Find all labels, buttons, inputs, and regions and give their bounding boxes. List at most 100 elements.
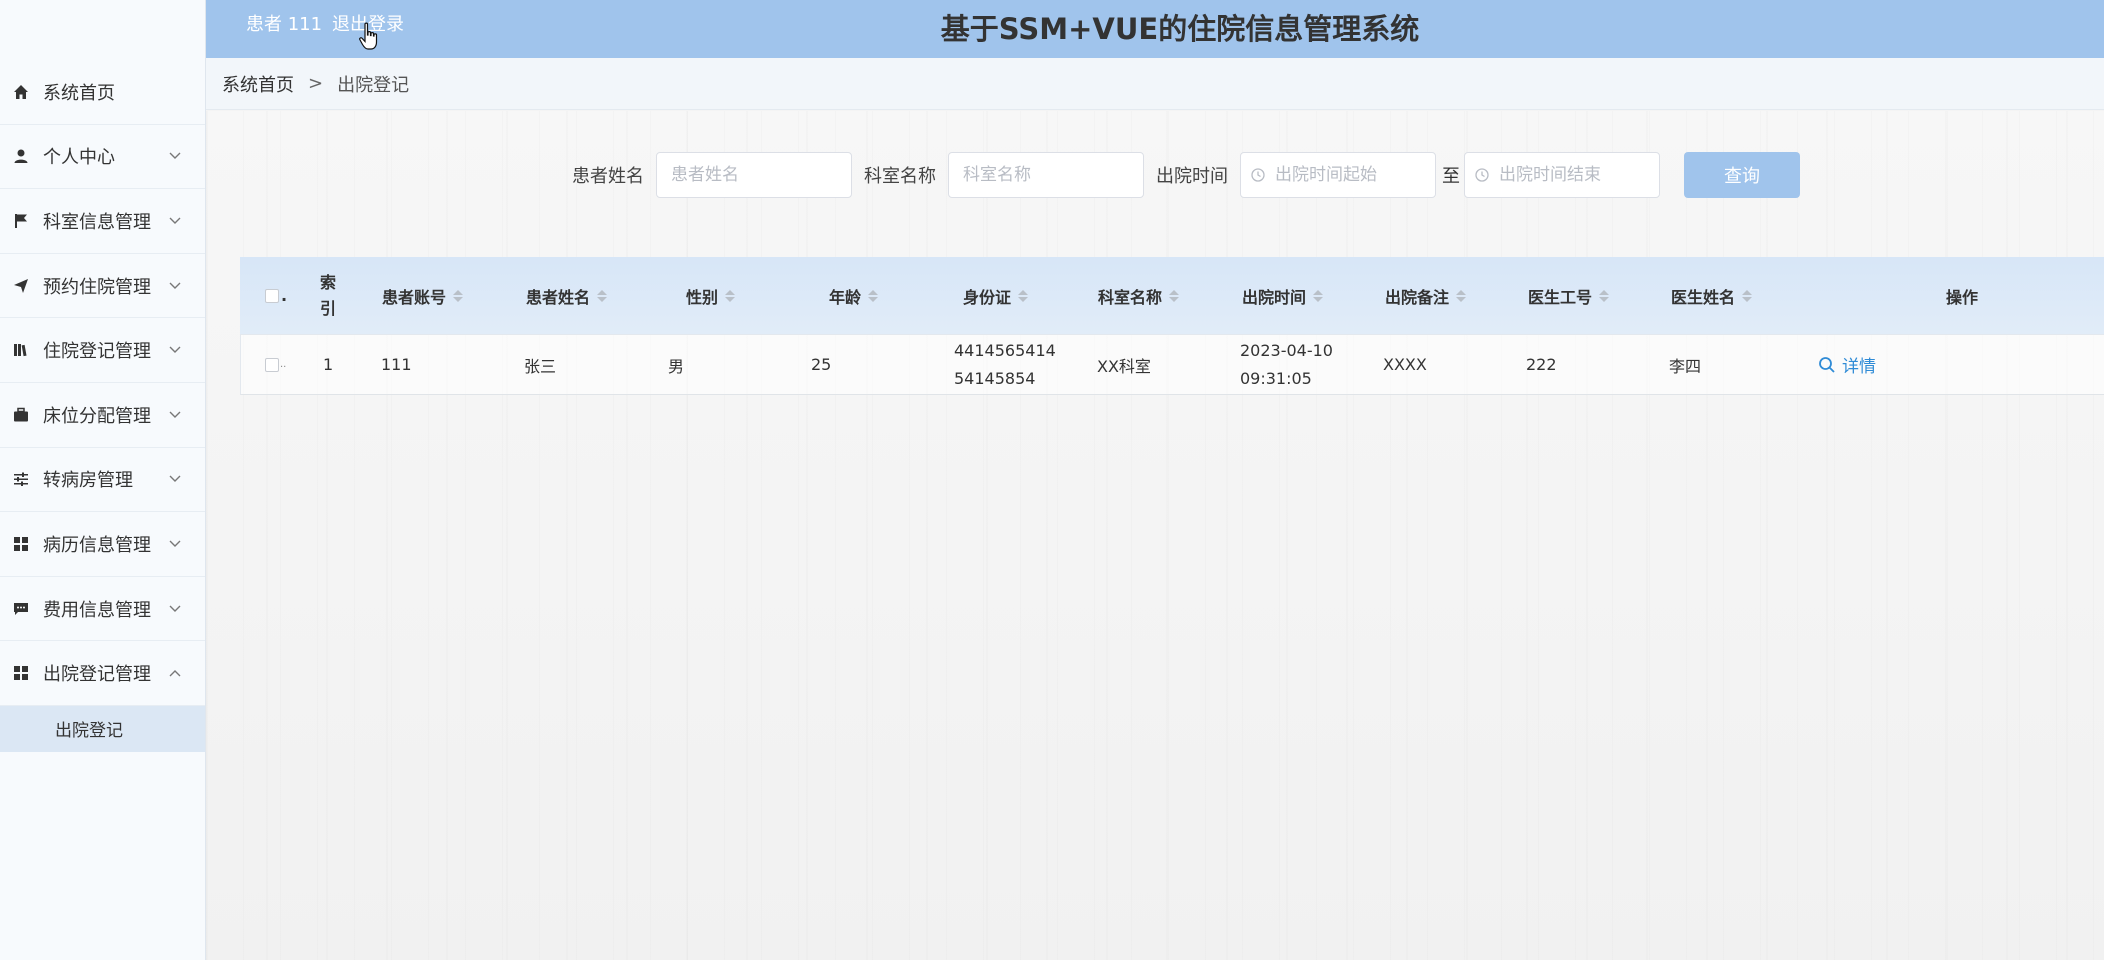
table-row: .. 1 111 张三 男 25 4414565414 54145854 XX科… xyxy=(240,335,2104,395)
chevron-down-icon xyxy=(169,537,181,551)
cell-department: XX科室 xyxy=(1097,356,1151,376)
chevron-down-icon xyxy=(169,408,181,422)
discharge-time-end-input[interactable] xyxy=(1464,152,1660,198)
patient-name-label: 患者姓名 xyxy=(572,166,644,187)
cell-remark: XXXX xyxy=(1383,355,1427,374)
cell-doctor-no: 222 xyxy=(1526,355,1557,374)
sort-icon[interactable] xyxy=(1599,289,1610,302)
header: 患者 111 退出登录 基于SSM+VUE的住院信息管理系统 xyxy=(206,0,2104,58)
column-header-index: 索引 xyxy=(320,272,337,318)
sidebar-item-label: 费用信息管理 xyxy=(43,599,151,621)
home-icon xyxy=(12,83,30,101)
detail-button[interactable]: 详情 xyxy=(1818,335,1876,394)
cell-name: 张三 xyxy=(524,356,557,376)
send-icon xyxy=(12,277,30,295)
page-title: 基于SSM+VUE的住院信息管理系统 xyxy=(940,12,1420,46)
discharge-time-start-input[interactable] xyxy=(1240,152,1436,198)
sidebar-item-label: 住院登记管理 xyxy=(43,341,151,363)
department-name-label: 科室名称 xyxy=(864,166,936,187)
message-icon xyxy=(12,600,30,618)
sort-icon[interactable] xyxy=(597,289,608,302)
column-header-name[interactable]: 患者姓名 xyxy=(526,257,608,334)
sidebar-item-admission[interactable]: 住院登记管理 xyxy=(0,318,205,383)
discharge-time-label: 出院时间 xyxy=(1156,166,1228,187)
time-line2: 09:31:05 xyxy=(1240,368,1312,388)
sidebar-item-department[interactable]: 科室信息管理 xyxy=(0,189,205,254)
cell-gender: 男 xyxy=(668,356,685,376)
cell-id-card: 4414565414 54145854 xyxy=(954,335,1056,394)
column-header-label: 科室名称 xyxy=(1098,287,1163,307)
sidebar-item-medical-record[interactable]: 病历信息管理 xyxy=(0,512,205,577)
sidebar-item-label: 系统首页 xyxy=(43,82,115,104)
column-header-gender[interactable]: 性别 xyxy=(686,257,736,334)
sort-icon[interactable] xyxy=(1313,289,1324,302)
user-icon xyxy=(12,147,30,165)
detail-label: 详情 xyxy=(1842,357,1876,377)
sidebar-item-home[interactable]: 系统首页 xyxy=(0,60,205,125)
submenu-item-discharge-register[interactable]: 出院登记 xyxy=(0,705,205,752)
sidebar-item-label: 病历信息管理 xyxy=(43,534,151,556)
to-label: 至 xyxy=(1442,166,1460,187)
discharge-time-start-picker[interactable] xyxy=(1240,152,1436,198)
column-header-discharge-time[interactable]: 出院时间 xyxy=(1242,257,1324,334)
search-bar: 患者姓名 科室名称 出院时间 至 查询 xyxy=(572,152,1800,198)
time-line1: 2023-04-10 xyxy=(1240,340,1333,360)
column-header-label: 出院备注 xyxy=(1385,287,1450,307)
sort-icon[interactable] xyxy=(1456,289,1467,302)
sort-icon[interactable] xyxy=(1169,289,1180,302)
id-card-line1: 4414565414 xyxy=(954,340,1056,360)
sidebar-item-label: 预约住院管理 xyxy=(43,276,151,298)
sidebar-item-fee[interactable]: 费用信息管理 xyxy=(0,577,205,642)
patient-name-input[interactable] xyxy=(656,152,852,198)
column-header-label: 身份证 xyxy=(963,287,1012,307)
sort-icon[interactable] xyxy=(1018,289,1029,302)
sidebar-item-reservation[interactable]: 预约住院管理 xyxy=(0,254,205,319)
sidebar-item-label: 出院登记管理 xyxy=(43,664,151,686)
column-header-action: 操作 xyxy=(1946,287,1979,307)
sidebar-item-bed[interactable]: 床位分配管理 xyxy=(0,383,205,448)
sort-icon[interactable] xyxy=(1742,289,1753,302)
chevron-down-icon xyxy=(169,214,181,228)
sidebar-item-transfer[interactable]: 转病房管理 xyxy=(0,448,205,513)
column-header-department[interactable]: 科室名称 xyxy=(1098,257,1180,334)
column-header-label: 医生姓名 xyxy=(1671,287,1736,307)
department-name-input[interactable] xyxy=(948,152,1144,198)
column-header-age[interactable]: 年龄 xyxy=(829,257,879,334)
clock-icon xyxy=(1250,167,1266,183)
column-header-label: 出院时间 xyxy=(1242,287,1307,307)
table-header: . 索引 患者账号 患者姓名 性别 年龄 身份证 科室名称 出院时间 出院备注 … xyxy=(240,257,2104,335)
sidebar-menu: 系统首页 个人中心 科室信息管理 预约住院管理 住院登记管理 床位分配管理 转病… xyxy=(0,60,205,752)
chevron-down-icon xyxy=(169,602,181,616)
breadcrumb-home[interactable]: 系统首页 xyxy=(222,71,294,97)
column-header-label: 医生工号 xyxy=(1528,287,1593,307)
column-header-doctor-no[interactable]: 医生工号 xyxy=(1528,257,1610,334)
hand-cursor-icon xyxy=(358,22,380,52)
sort-icon[interactable] xyxy=(868,289,879,302)
chevron-up-icon xyxy=(169,666,181,680)
select-all-checkbox[interactable]: . xyxy=(265,257,287,334)
column-header-account[interactable]: 患者账号 xyxy=(382,257,464,334)
column-header-doctor-name[interactable]: 医生姓名 xyxy=(1671,257,1753,334)
sort-icon[interactable] xyxy=(725,289,736,302)
column-header-label: 性别 xyxy=(686,287,719,307)
sidebar-item-discharge[interactable]: 出院登记管理 xyxy=(0,641,205,706)
sidebar-item-personal-center[interactable]: 个人中心 xyxy=(0,125,205,190)
discharge-time-end-picker[interactable] xyxy=(1464,152,1660,198)
data-table: . 索引 患者账号 患者姓名 性别 年龄 身份证 科室名称 出院时间 出院备注 … xyxy=(240,257,2104,395)
clock-icon xyxy=(1474,167,1490,183)
submenu-item-label: 出院登记 xyxy=(55,721,123,742)
sort-icon[interactable] xyxy=(453,289,464,302)
briefcase-icon xyxy=(12,406,30,424)
sidebar: 系统首页 个人中心 科室信息管理 预约住院管理 住院登记管理 床位分配管理 转病… xyxy=(0,0,206,960)
main-content xyxy=(206,111,2104,960)
column-header-label: 患者账号 xyxy=(382,287,447,307)
query-button[interactable]: 查询 xyxy=(1684,152,1800,198)
chevron-down-icon xyxy=(169,149,181,163)
row-checkbox[interactable]: .. xyxy=(265,335,286,394)
cell-index: 1 xyxy=(323,355,334,374)
chevron-down-icon xyxy=(169,279,181,293)
breadcrumb-current: 出院登记 xyxy=(337,74,410,96)
column-header-id-card[interactable]: 身份证 xyxy=(963,257,1029,334)
column-header-remark[interactable]: 出院备注 xyxy=(1385,257,1467,334)
cell-doctor-name: 李四 xyxy=(1669,356,1702,376)
